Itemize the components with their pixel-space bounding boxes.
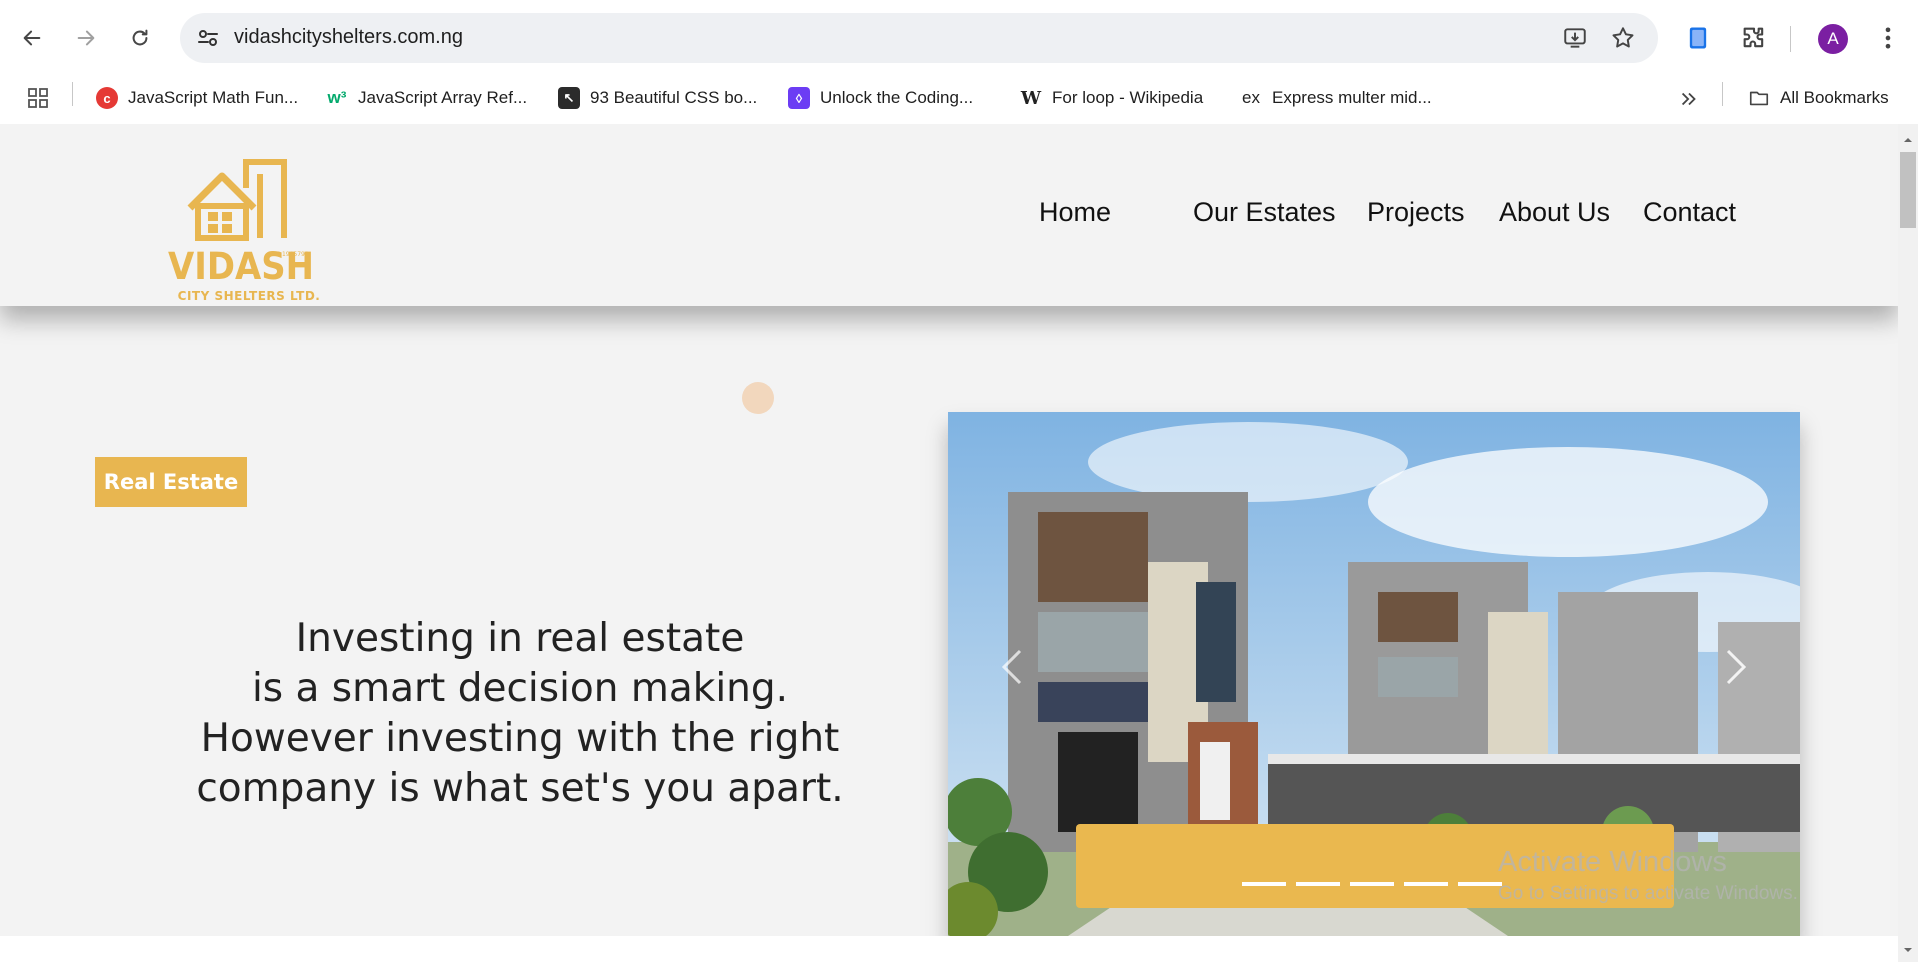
scroll-down-arrow-icon[interactable] bbox=[1902, 944, 1914, 956]
cursor-icon: ↖ bbox=[558, 87, 580, 109]
hero-heading: Investing in real estate is a smart deci… bbox=[150, 614, 890, 814]
profile-avatar[interactable]: A bbox=[1818, 24, 1848, 54]
bookmark-item[interactable]: ↖ 93 Beautiful CSS bo... bbox=[558, 83, 757, 113]
bookmark-label: JavaScript Array Ref... bbox=[358, 88, 528, 107]
nav-about-us[interactable]: About Us bbox=[1499, 197, 1610, 228]
bookmarks-bar: c JavaScript Math Fun... w³ JavaScript A… bbox=[0, 78, 1918, 124]
carousel-next-icon[interactable] bbox=[1716, 637, 1756, 697]
forward-button[interactable] bbox=[68, 20, 104, 56]
side-panel-icon[interactable] bbox=[1684, 24, 1712, 52]
all-bookmarks-button[interactable]: All Bookmarks bbox=[1748, 83, 1889, 113]
bookmark-label: For loop - Wikipedia bbox=[1052, 88, 1204, 107]
bookmarks-divider bbox=[1722, 82, 1723, 106]
site-settings-icon[interactable] bbox=[196, 26, 220, 50]
carousel-indicator[interactable] bbox=[1350, 882, 1394, 886]
hero-line: Investing in real estate bbox=[295, 616, 745, 661]
page-bottom-strip bbox=[0, 936, 1898, 962]
nav-our-estates[interactable]: Our Estates bbox=[1193, 197, 1336, 228]
more-bookmarks-chevron-icon[interactable] bbox=[1678, 88, 1700, 110]
back-button[interactable] bbox=[14, 20, 50, 56]
watermark-subtitle: Go to Settings to activate Windows. bbox=[1498, 883, 1798, 904]
hero-line: company is what set's you apart. bbox=[196, 766, 844, 811]
carousel-prev-icon[interactable] bbox=[992, 637, 1032, 697]
page-scrollbar[interactable] bbox=[1898, 124, 1918, 962]
scrollbar-thumb[interactable] bbox=[1900, 152, 1916, 228]
bookmark-label: Express multer mid... bbox=[1272, 88, 1432, 107]
carousel-indicator[interactable] bbox=[1458, 882, 1502, 886]
bookmark-star-icon[interactable] bbox=[1610, 25, 1636, 51]
all-bookmarks-label: All Bookmarks bbox=[1780, 88, 1889, 107]
carousel-indicator[interactable] bbox=[1404, 882, 1448, 886]
vidash-logo-icon: RC 1905798 VIDASH bbox=[168, 159, 314, 288]
bookmark-label: JavaScript Math Fun... bbox=[128, 88, 299, 107]
hero-line: However investing with the right bbox=[200, 716, 840, 761]
watermark-title: Activate Windows bbox=[1498, 846, 1727, 878]
more-menu-icon[interactable] bbox=[1874, 24, 1902, 52]
real-estate-badge: Real Estate bbox=[95, 457, 247, 507]
toolbar-divider bbox=[1790, 26, 1791, 52]
install-app-icon[interactable] bbox=[1562, 25, 1588, 51]
forward-arrow-icon bbox=[77, 30, 95, 46]
web-page: RC 1905798 VIDASH CITY SHELTERS LTD. Hom… bbox=[0, 124, 1898, 936]
url-text[interactable]: vidashcityshelters.com.ng bbox=[234, 26, 463, 49]
bookmarks-divider bbox=[72, 82, 73, 106]
ex-icon: ex bbox=[1242, 88, 1260, 107]
browser-chrome: vidashcityshelters.com.ng A c JavaScript… bbox=[0, 0, 1918, 124]
address-bar[interactable]: vidashcityshelters.com.ng bbox=[180, 13, 1658, 63]
apps-grid-icon[interactable] bbox=[26, 86, 50, 110]
nav-projects[interactable]: Projects bbox=[1367, 197, 1465, 228]
carousel-indicators bbox=[1242, 882, 1502, 886]
site-header: RC 1905798 VIDASH CITY SHELTERS LTD. Hom… bbox=[0, 124, 1898, 306]
browser-toolbar: vidashcityshelters.com.ng A bbox=[0, 0, 1918, 78]
nav-contact[interactable]: Contact bbox=[1643, 197, 1736, 228]
site-logo[interactable]: RC 1905798 VIDASH CITY SHELTERS LTD. bbox=[160, 148, 330, 303]
reload-icon bbox=[132, 29, 148, 46]
back-arrow-icon bbox=[23, 30, 41, 46]
bookmark-item[interactable]: ex Express multer mid... bbox=[1240, 83, 1432, 113]
carousel-indicator[interactable] bbox=[1296, 882, 1340, 886]
wikipedia-icon: W bbox=[1020, 87, 1042, 109]
nav-home[interactable]: Home bbox=[1039, 197, 1111, 228]
reload-button[interactable] bbox=[122, 20, 158, 56]
bookmark-item[interactable]: W For loop - Wikipedia bbox=[1020, 83, 1203, 113]
purple-logo-icon: ◊ bbox=[788, 87, 810, 109]
w3-icon: w³ bbox=[327, 88, 347, 107]
logo-tagline: CITY SHELTERS LTD. bbox=[177, 289, 321, 303]
activate-windows-watermark: Activate Windows Go to Settings to activ… bbox=[1498, 846, 1798, 905]
bookmark-item[interactable]: ◊ Unlock the Coding... bbox=[788, 83, 973, 113]
red-c-icon: c bbox=[96, 87, 118, 109]
extensions-puzzle-icon[interactable] bbox=[1740, 24, 1768, 52]
bookmark-label: Unlock the Coding... bbox=[820, 88, 974, 107]
folder-icon bbox=[1749, 91, 1769, 106]
bookmark-item[interactable]: c JavaScript Math Fun... bbox=[96, 83, 298, 113]
bookmark-item[interactable]: w³ JavaScript Array Ref... bbox=[326, 83, 528, 113]
carousel-indicator[interactable] bbox=[1242, 882, 1286, 886]
hero-line: is a smart decision making. bbox=[251, 666, 789, 711]
scroll-up-arrow-icon[interactable] bbox=[1902, 134, 1914, 146]
bookmark-label: 93 Beautiful CSS bo... bbox=[590, 88, 758, 107]
logo-wordmark: VIDASH bbox=[168, 245, 314, 282]
decorative-dot bbox=[742, 382, 774, 414]
